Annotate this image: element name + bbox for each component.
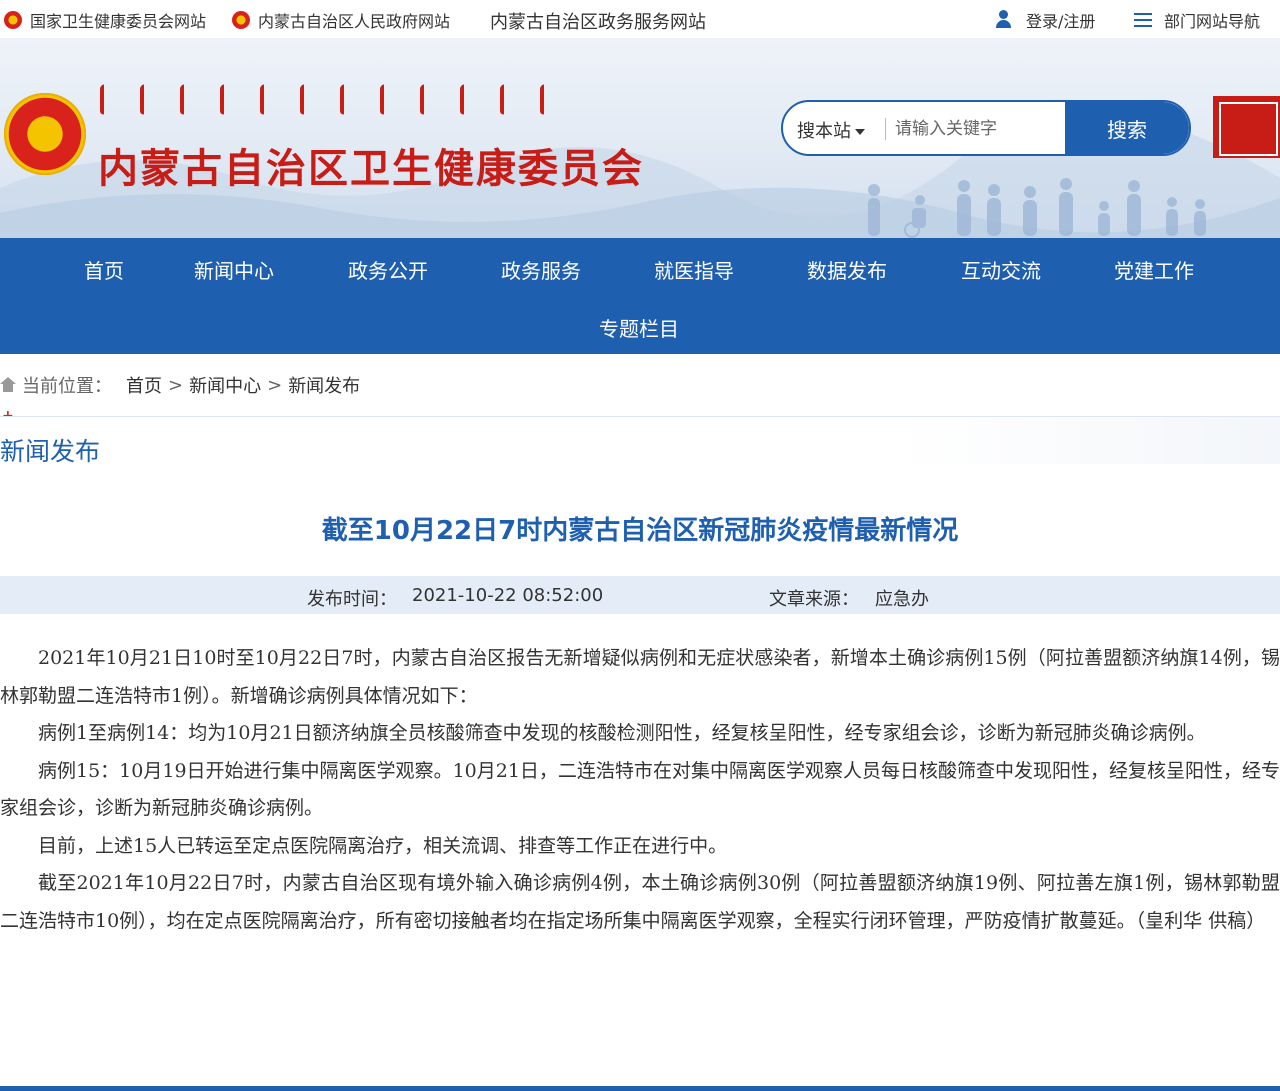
- nav-item-data[interactable]: 数据发布: [807, 255, 887, 284]
- search-divider: [885, 118, 886, 140]
- article-title: 截至10月22日7时内蒙古自治区新冠肺炎疫情最新情况: [321, 516, 959, 546]
- search-button[interactable]: 搜索: [1065, 102, 1189, 154]
- national-emblem-icon: [4, 11, 22, 29]
- nav-item-medical-guide[interactable]: 就医指导: [654, 255, 734, 284]
- mongolian-script-logo: [100, 83, 554, 115]
- national-emblem-icon: [232, 11, 250, 29]
- article-meta-bar: 发布时间： 2021-10-22 08:52:00 文章来源： 应急办: [0, 576, 1280, 614]
- top-bar: 国家卫生健康委员会网站 内蒙古自治区人民政府网站 内蒙古自治区政务服务网站 登录…: [0, 0, 1280, 38]
- breadcrumb-current[interactable]: 新闻发布: [288, 372, 360, 398]
- nav-item-home[interactable]: 首页: [84, 255, 124, 284]
- red-seal-logo: [1213, 96, 1280, 158]
- main-nav: 首页 新闻中心 政务公开 政务服务 就医指导 数据发布 互动交流 党建工作 专题…: [0, 238, 1280, 354]
- header-banner: 内蒙古自治区卫生健康委员会 搜本站 搜索: [0, 38, 1280, 238]
- user-icon: [996, 10, 1018, 30]
- site-title: 内蒙古自治区卫生健康委员会: [98, 145, 644, 192]
- breadcrumb-news[interactable]: 新闻中心: [189, 372, 261, 398]
- national-emblem-logo: [4, 93, 86, 175]
- nav-item-gov-affairs[interactable]: 政务公开: [348, 255, 428, 284]
- menu-icon: [1134, 13, 1152, 27]
- breadcrumb: 当前位置： 首页 > 新闻中心 > 新闻发布: [0, 372, 360, 398]
- link-service-label: 内蒙古自治区政务服务网站: [490, 12, 706, 33]
- search-scope-select[interactable]: 搜本站: [797, 117, 865, 143]
- search-input[interactable]: [895, 114, 1065, 144]
- dept-nav-link[interactable]: 部门网站导航: [1134, 8, 1260, 32]
- breadcrumb-home[interactable]: 首页: [126, 372, 162, 398]
- link-nhc[interactable]: 国家卫生健康委员会网站: [4, 8, 206, 32]
- section-title: 新闻发布: [0, 437, 101, 466]
- publish-label: 发布时间：: [307, 589, 397, 610]
- nav-item-interaction[interactable]: 互动交流: [961, 255, 1041, 284]
- link-nhc-label: 国家卫生健康委员会网站: [30, 12, 207, 31]
- breadcrumb-separator: >: [168, 374, 184, 396]
- breadcrumb-separator: >: [267, 374, 283, 396]
- caret-down-icon: [855, 129, 865, 135]
- article-paragraph: 截至2021年10月22日7时，内蒙古自治区现有境外输入确诊病例4例，本土确诊病…: [0, 872, 1280, 932]
- link-gov-label: 内蒙古自治区人民政府网站: [258, 12, 451, 31]
- nav-item-gov-service[interactable]: 政务服务: [501, 255, 581, 284]
- source-value: 应急办: [875, 589, 929, 610]
- link-gov[interactable]: 内蒙古自治区人民政府网站: [232, 8, 450, 32]
- search-box: 搜本站 搜索: [781, 100, 1191, 156]
- nav-item-news[interactable]: 新闻中心: [194, 255, 274, 284]
- article-paragraph: 2021年10月21日10时至10月22日7时，内蒙古自治区报告无新增疑似病例和…: [0, 647, 1280, 707]
- login-link[interactable]: 登录/注册: [996, 8, 1095, 32]
- section-header-bar: [0, 416, 1280, 464]
- login-label: 登录/注册: [1026, 12, 1096, 31]
- article-body: 2021年10月21日10时至10月22日7时，内蒙古自治区报告无新增疑似病例和…: [0, 640, 1280, 940]
- dept-nav-label: 部门网站导航: [1164, 12, 1261, 31]
- people-silhouette-decoration: [868, 178, 1206, 238]
- article-paragraph: 病例15：10月19日开始进行集中隔离医学观察。10月21日，二连浩特市在对集中…: [0, 759, 1280, 820]
- link-service[interactable]: 内蒙古自治区政务服务网站: [490, 8, 706, 34]
- nav-item-topics[interactable]: 专题栏目: [599, 313, 679, 342]
- source-label: 文章来源：: [769, 589, 859, 610]
- publish-time: 2021-10-22 08:52:00: [412, 585, 604, 606]
- article-paragraph: 目前，上述15人已转运至定点医院隔离治疗，相关流调、排查等工作正在进行中。: [38, 834, 728, 857]
- home-icon: [0, 377, 16, 393]
- nav-item-party[interactable]: 党建工作: [1114, 255, 1194, 284]
- article-paragraph: 病例1至病例14：均为10月21日额济纳旗全员核酸筛查中发现的核酸检测阳性，经复…: [38, 722, 1206, 744]
- search-scope-label: 搜本站: [797, 121, 851, 142]
- footer-divider: [0, 1086, 1280, 1091]
- breadcrumb-label: 当前位置：: [22, 376, 112, 397]
